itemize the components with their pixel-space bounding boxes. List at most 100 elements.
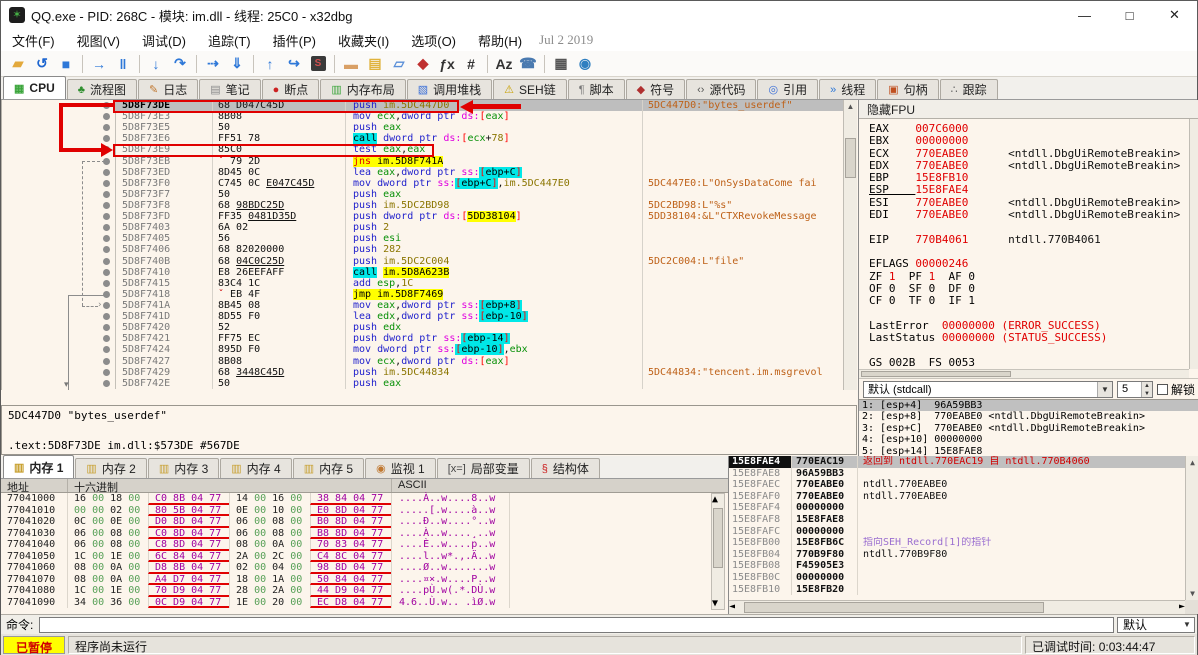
dump-row[interactable]: 77041000 16 00 18 00 C0 8B 04 77 14 00 16 0…: [1, 493, 728, 505]
patches-icon[interactable]: ▬: [339, 53, 363, 75]
disasm-row[interactable]: 5D8F7405 56 push esi: [2, 233, 857, 245]
breakpoint-dot-icon[interactable]: [103, 313, 110, 321]
tab-dump-4[interactable]: ▥ 内存 4: [220, 458, 292, 478]
chevron-down-icon[interactable]: ▼: [1180, 620, 1194, 629]
tab-log[interactable]: ✎ 日志: [137, 79, 199, 99]
disasm-row[interactable]: 5D8F7429 68 3448C45D push im.5DC44834 5DC44…: [2, 366, 857, 378]
registers-horizontal-scrollbar[interactable]: [859, 369, 1189, 378]
scrollbar-thumb[interactable]: [861, 371, 1011, 377]
functions-icon[interactable]: ƒx: [435, 53, 459, 75]
tab-script[interactable]: ¶ 脚本: [567, 79, 625, 99]
breakpoint-dot-icon[interactable]: [103, 335, 110, 343]
stack-panel[interactable]: 15E8FAE4 770EAC19 返回到 ntdll.770EAC19 自 ntd…: [728, 456, 1198, 614]
tab-notes[interactable]: ▤ 笔记: [199, 79, 261, 99]
registers-vertical-scrollbar[interactable]: [1189, 119, 1198, 369]
bookmarks-icon[interactable]: ◆: [411, 53, 435, 75]
breakpoint-dot-icon[interactable]: [103, 190, 110, 198]
tab-handles[interactable]: ▣ 句柄: [877, 79, 939, 99]
breakpoint-dot-icon[interactable]: [103, 213, 110, 221]
stack-row[interactable]: 15E8FAF0 770EABE0 ntdll.770EABE0: [729, 490, 1198, 503]
menu-item-t[interactable]: 追踪(T): [197, 29, 262, 52]
stop-icon[interactable]: ■: [54, 53, 78, 75]
argument-row[interactable]: 4: [esp+10] 00000000: [859, 434, 1198, 445]
checkbox-icon[interactable]: [1156, 383, 1168, 395]
dump-row[interactable]: 77041090 34 00 36 00 0C D9 04 77 1E 00 20 0…: [1, 596, 728, 608]
scroll-down-icon[interactable]: ▼: [1186, 587, 1198, 600]
dump-row[interactable]: 77041040 06 00 08 00 C8 8D 04 77 08 00 0A 0…: [1, 539, 728, 551]
execute-till-return-icon[interactable]: ⇓: [225, 53, 249, 75]
stack-vertical-scrollbar[interactable]: ▲ ▼: [1185, 456, 1198, 600]
breakpoint-dot-icon[interactable]: [103, 113, 110, 121]
disasm-row[interactable]: 5D8F7420 52 push edx: [2, 322, 857, 334]
register-row[interactable]: CF 0 TF 0 IF 1: [869, 295, 1189, 307]
disasm-row[interactable]: 5D8F741A 8B45 08 mov eax,dword ptr ss:[ebp…: [2, 299, 857, 312]
breakpoint-dot-icon[interactable]: [103, 368, 110, 376]
az-icon[interactable]: Az: [492, 53, 516, 75]
attach-icon[interactable]: ☎: [516, 53, 540, 75]
dump-row[interactable]: 77041020 0C 00 0E 00 D0 8D 04 77 06 00 08 0…: [1, 516, 728, 528]
memory-dump-panel[interactable]: 地址 十六进制 ASCII 77041000 16 00 18 00 C0 8B 0…: [1, 479, 728, 614]
breakpoint-dot-icon[interactable]: [103, 179, 110, 187]
tab-dump-3[interactable]: ▥ 内存 3: [147, 458, 220, 478]
disasm-row[interactable]: 5D8F7410 E8 26EEFAFF call im.5D8A623B: [2, 266, 857, 278]
tab-symbols[interactable]: ◆ 符号: [625, 79, 686, 99]
tab-seh[interactable]: ⚠ SEH链: [493, 79, 567, 99]
argument-row[interactable]: 3: [esp+C] 770EABE0 <ntdll.DbgUiRemoteBr…: [859, 423, 1198, 434]
disasm-row[interactable]: 5D8F7403 6A 02 push 2: [2, 222, 857, 234]
command-profile-select[interactable]: 默认 ▼: [1117, 616, 1195, 633]
tab-threads[interactable]: » 线程: [819, 79, 877, 99]
argument-row[interactable]: 2: [esp+8] 770EABE0 <ntdll.DbgUiRemoteBr…: [859, 411, 1198, 422]
menu-item-p[interactable]: 插件(P): [262, 29, 327, 52]
tab-dump-2[interactable]: ▥ 内存 2: [75, 458, 147, 478]
menu-item-d[interactable]: 调试(D): [131, 29, 197, 52]
register-row[interactable]: EIP 770B4061 ntdll.770B4061: [869, 233, 1189, 246]
restart-icon[interactable]: ↺: [30, 53, 54, 75]
tab-cpu[interactable]: ▦ CPU: [3, 76, 66, 99]
disasm-row[interactable]: 5D8F7406 68 82020000 push 282: [2, 244, 857, 256]
disasm-row[interactable]: 5D8F740B 68 04C0C25D push im.5DC2C004 5DC2C…: [2, 255, 857, 267]
scroll-down-icon[interactable]: ▼: [712, 598, 724, 609]
disasm-row[interactable]: 5D8F742E 50 push eax: [2, 377, 857, 389]
disasm-row[interactable]: 5D8F7424 895D F0 mov dword ptr ss:[ebp-10]…: [2, 344, 857, 356]
disasm-row[interactable]: 5D8F73E6 FF51 78 call dword ptr ds:[ecx+78…: [2, 133, 857, 145]
tab-call-stack[interactable]: ▧ 调用堆栈: [406, 79, 493, 99]
disasm-row[interactable]: 5D8F73F8 68 98BDC25D push im.5DC2BD98 5DC2B…: [2, 199, 857, 212]
argument-row[interactable]: 1: [esp+4] 96A59BB3: [859, 400, 1198, 412]
stack-row[interactable]: 15E8FAFC 00000000: [729, 525, 1198, 538]
scroll-up-icon[interactable]: ▲: [712, 494, 724, 505]
globe-icon[interactable]: ◉: [573, 53, 597, 75]
tab-references[interactable]: ◎ 引用: [757, 79, 819, 99]
menu-item-f[interactable]: 文件(F): [1, 29, 66, 52]
stack-horizontal-scrollbar[interactable]: ◄ ►: [729, 600, 1185, 614]
breakpoint-dot-icon[interactable]: [103, 168, 110, 176]
stepper-arrows-icon[interactable]: ▲ ▼: [1140, 381, 1152, 397]
step-over-icon[interactable]: ↷: [168, 53, 192, 75]
breakpoint-dot-icon[interactable]: [103, 268, 110, 276]
register-row[interactable]: GS 002B FS 0053: [869, 356, 1189, 369]
stack-row[interactable]: 15E8FB00 15E8FB6C 指向SEH_Record[1]的指针: [729, 537, 1198, 549]
dump-row[interactable]: 77041060 08 00 0A 00 D8 8B 04 77 02 00 04 0…: [1, 562, 728, 574]
stack-row[interactable]: 15E8FAF8 15E8FAE8: [729, 513, 1198, 526]
stack-row[interactable]: 15E8FAE8 96A59BB3: [729, 467, 1198, 480]
tab-graph[interactable]: ♣ 流程图: [66, 79, 137, 99]
tab-locals[interactable]: [x=] 局部变量: [436, 458, 530, 478]
dump-row[interactable]: 77041070 08 00 0A 00 A4 D7 04 77 18 00 1A 0…: [1, 573, 728, 585]
stack-row[interactable]: 15E8FB04 770B9F80 ntdll.770B9F80: [729, 548, 1198, 561]
disasm-row[interactable]: 5D8F7427 8B08 mov ecx,dword ptr ds:[eax]: [2, 355, 857, 367]
tab-trace[interactable]: ∴ 跟踪: [939, 79, 998, 99]
disasm-row[interactable]: 5D8F7418 ˇ EB 4F jmp im.5D8F7469: [2, 288, 857, 300]
scroll-left-icon[interactable]: ◄: [729, 601, 735, 612]
tab-breakpoints[interactable]: ● 断点: [261, 79, 320, 99]
run-to-user-code-icon[interactable]: ⇢: [201, 53, 225, 75]
breakpoint-dot-icon[interactable]: [103, 124, 110, 132]
breakpoint-dot-icon[interactable]: [103, 201, 110, 209]
disasm-row[interactable]: 5D8F73E5 50 push eax: [2, 122, 857, 134]
breakpoint-dot-icon[interactable]: [103, 346, 110, 354]
stack-row[interactable]: 15E8FB10 15E8FB20: [729, 583, 1198, 596]
stack-row[interactable]: 15E8FAE4 770EAC19 返回到 ntdll.770EAC19 自 ntd…: [729, 456, 1198, 468]
tab-source[interactable]: ‹› 源代码: [686, 79, 757, 99]
stack-row[interactable]: 15E8FB0C 00000000: [729, 571, 1198, 584]
minimize-button[interactable]: —: [1062, 1, 1107, 29]
step-into-icon[interactable]: ↓: [144, 53, 168, 75]
scrollbar-thumb[interactable]: [744, 602, 1044, 613]
